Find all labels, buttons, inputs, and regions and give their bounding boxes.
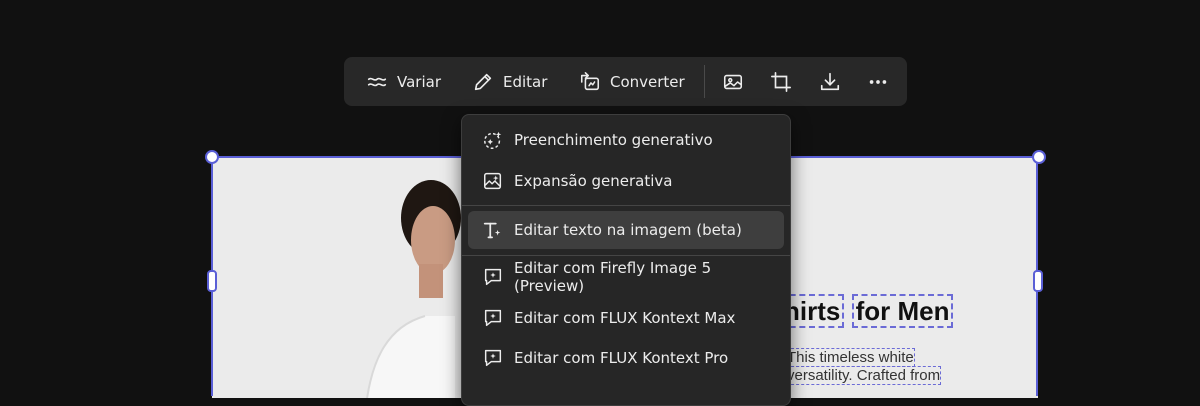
variar-label: Variar — [397, 72, 441, 91]
ai-chat-edit-icon — [484, 268, 502, 286]
edit-dropdown-menu: Preenchimento generativo Expansão genera… — [461, 114, 791, 406]
convert-icon — [580, 71, 600, 90]
menu-item-flux-kontext-max[interactable]: Editar com FLUX Kontext Max — [468, 299, 784, 337]
editar-label: Editar — [503, 72, 548, 91]
edit-text-icon — [483, 222, 501, 239]
editar-button[interactable]: Editar — [472, 57, 547, 106]
menu-item-edit-text-in-image[interactable]: Editar texto na imagem (beta) — [468, 211, 784, 249]
generative-expand-icon — [484, 172, 502, 190]
generative-fill-icon — [484, 131, 502, 149]
image-icon — [723, 74, 743, 90]
image-body-line1: This timeless white — [786, 348, 915, 367]
image-body-text[interactable]: This timeless white versatility. Crafted… — [786, 348, 942, 385]
menu-item-label: Editar com FLUX Kontext Max — [514, 309, 736, 327]
selection-handle-right[interactable] — [1033, 270, 1043, 292]
variar-button[interactable]: Variar — [366, 57, 441, 106]
more-icon — [869, 80, 887, 84]
menu-item-generative-fill[interactable]: Preenchimento generativo — [468, 121, 784, 159]
menu-divider — [462, 205, 790, 206]
selection-handle-top-right[interactable] — [1032, 150, 1046, 164]
menu-item-label: Editar texto na imagem (beta) — [514, 221, 742, 239]
menu-item-label: Editar com FLUX Kontext Pro — [514, 349, 729, 367]
selection-handle-left[interactable] — [207, 270, 217, 292]
pencil-icon — [474, 73, 492, 90]
converter-label: Converter — [610, 72, 685, 91]
more-button[interactable] — [866, 70, 890, 94]
image-body-line2: versatility. Crafted from — [786, 366, 942, 385]
download-button[interactable] — [818, 70, 842, 94]
variation-icon — [367, 77, 387, 86]
menu-item-generative-expand[interactable]: Expansão generativa — [468, 162, 784, 200]
selection-handle-top-left[interactable] — [205, 150, 219, 164]
menu-item-firefly-image-5[interactable]: Editar com Firefly Image 5 (Preview) — [468, 258, 784, 296]
menu-item-label: Expansão generativa — [514, 172, 673, 190]
menu-item-flux-kontext-pro[interactable]: Editar com FLUX Kontext Pro — [468, 339, 784, 377]
ai-chat-edit-icon — [484, 349, 502, 367]
download-icon — [820, 72, 840, 91]
menu-item-label: Editar com Firefly Image 5 (Preview) — [514, 259, 712, 295]
floating-toolbar: Variar Editar Converter — [344, 57, 907, 106]
menu-divider — [462, 255, 790, 256]
crop-button[interactable] — [769, 70, 793, 94]
crop-icon — [771, 72, 791, 92]
converter-button[interactable]: Converter — [579, 57, 685, 106]
image-title-text[interactable]: hirts for Men — [780, 294, 954, 328]
menu-item-label: Preenchimento generativo — [514, 131, 713, 149]
toolbar-divider — [704, 65, 705, 98]
ai-chat-edit-icon — [484, 309, 502, 327]
image-button[interactable] — [721, 70, 745, 94]
image-title-part2: for Men — [851, 294, 954, 328]
